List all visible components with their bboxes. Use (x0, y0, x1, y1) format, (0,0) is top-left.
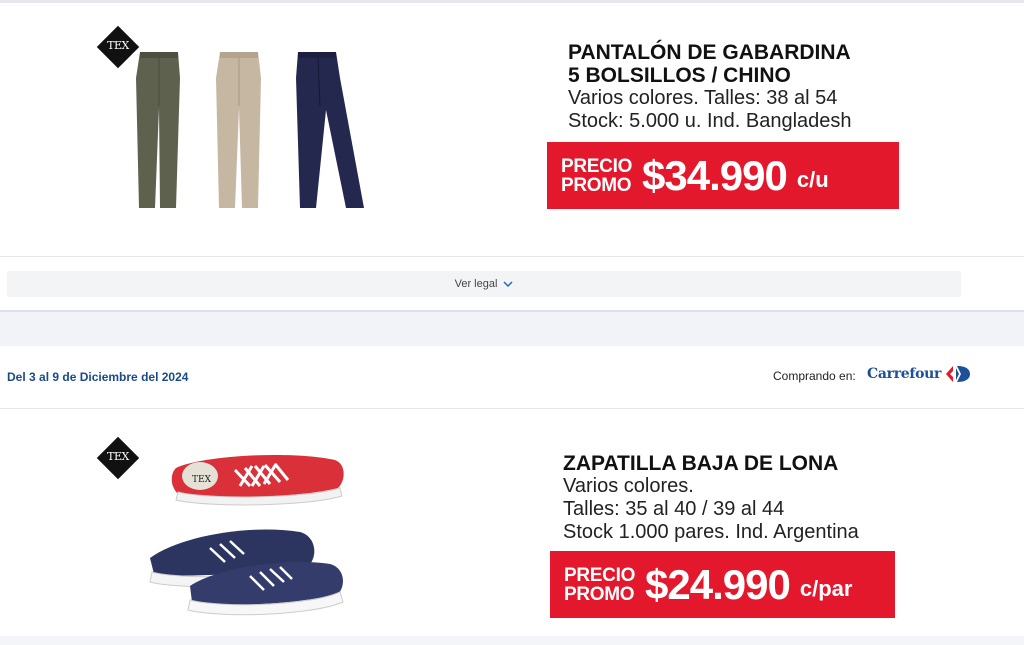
price-unit: c/par (799, 575, 853, 601)
validity-date-range: Del 3 al 9 de Diciembre del 2024 (7, 370, 189, 384)
product-card-sneakers: TEX TEX ZAPATILLA BAJA DE LONA Varios co… (0, 410, 1024, 645)
product-description: Varios colores. (563, 475, 694, 497)
tex-brand-badge: TEX (96, 436, 140, 480)
store-name: Carrefour (867, 366, 942, 382)
product-card-pants: TEX PANTALÓN DE GABARDINA 5 BOLSILLOS / … (0, 3, 1024, 257)
sneakers-product-image: TEX (149, 454, 344, 616)
offer-header: Del 3 al 9 de Diciembre del 2024 Compran… (0, 346, 1024, 409)
promo-price: $34.990 (642, 151, 788, 199)
section-separator (0, 310, 1024, 346)
promo-price-box: PRECIO PROMO $24.990 c/par (550, 551, 895, 618)
product-title: PANTALÓN DE GABARDINA (568, 41, 851, 64)
pants-product-image (136, 52, 364, 208)
price-unit: c/u (796, 166, 829, 192)
promo-label: PRECIO PROMO (561, 155, 633, 196)
chevron-down-icon (503, 281, 513, 288)
product-title: ZAPATILLA BAJA DE LONA (563, 452, 839, 475)
product-title-line2: 5 BOLSILLOS / CHINO (568, 64, 791, 87)
promo-label: PRECIO PROMO (564, 564, 636, 605)
carrefour-mark-icon (946, 366, 971, 382)
carrefour-logo: Carrefour (867, 365, 971, 383)
product-stock: Stock: 5.000 u. Ind. Bangladesh (568, 110, 852, 132)
promo-price: $24.990 (645, 560, 791, 608)
product-info-pants: PANTALÓN DE GABARDINA 5 BOLSILLOS / CHIN… (568, 41, 852, 133)
product-description: Varios colores. Talles: 38 al 54 (568, 87, 838, 109)
see-legal-toggle[interactable]: Ver legal (7, 271, 961, 297)
buying-at-label: Comprando en: (773, 369, 856, 383)
product-stock: Stock 1.000 pares. Ind. Argentina (563, 521, 859, 543)
see-legal-label: Ver legal (454, 278, 498, 290)
bottom-divider (0, 636, 1024, 645)
product-info-sneakers: ZAPATILLA BAJA DE LONA Varios colores. T… (563, 452, 859, 544)
svg-text:TEX: TEX (192, 475, 212, 485)
promo-price-box: PRECIO PROMO $34.990 c/u (547, 142, 899, 209)
product-sizes: Talles: 35 al 40 / 39 al 44 (563, 498, 785, 520)
